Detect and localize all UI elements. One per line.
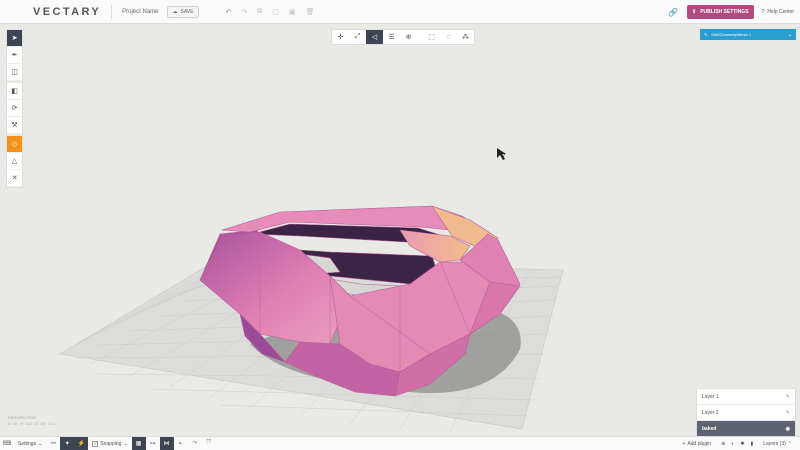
layers-toggle[interactable]: Layers (3) ⌃: [759, 441, 796, 447]
vertex-icon[interactable]: ◇: [7, 136, 22, 153]
wand-icon[interactable]: ✦: [60, 436, 75, 450]
paste-icon[interactable]: ▣: [289, 8, 296, 16]
bottom-bar: ⌨ Settings ⌄ ⚯ ✦ ⚡ ✓ Snapping ⌄ ▦ ⊶ ⋈ ⟀ …: [0, 436, 800, 450]
select-icon[interactable]: ➤: [7, 30, 22, 47]
grid-snap-icon[interactable]: ▦: [131, 436, 146, 450]
duplicate-icon[interactable]: ▢: [272, 8, 279, 16]
eye-icon[interactable]: ◉: [786, 426, 790, 432]
3d-viewport[interactable]: ➤ ✒ ◫ ◧ ⟳ ⚒ ◇ △ ✕ ✛ ⤢ ◁ ☰ ⊕ ⬚ ◌ ⁂ ✎ Edit…: [0, 24, 800, 436]
triangle-icon[interactable]: △: [7, 153, 22, 170]
snapping-toggle[interactable]: ✓ Snapping ⌄: [88, 440, 131, 447]
copy-icon[interactable]: ⧉: [257, 8, 262, 16]
save-button[interactable]: ☁ SAVE: [166, 5, 200, 18]
layers-panel: Layer 1 ✎ Layer 2 ✎ baked ◉: [696, 388, 796, 438]
save-label: SAVE: [180, 8, 194, 15]
magnet-icon[interactable]: ⚡: [74, 436, 89, 450]
chevron-down-icon: ⌄: [38, 440, 43, 447]
camera-icon[interactable]: ◐: [731, 441, 734, 447]
mesh-stats: V: 40 · F: 114 · E: 35 · O: 1: [8, 421, 56, 426]
lasso-icon[interactable]: ◌: [440, 30, 457, 44]
cloud-icon: ☁: [172, 8, 178, 15]
add-plugin-button[interactable]: + Add plugin: [679, 441, 716, 447]
top-right-actions: 🔗 ⇪ PUBLISH SETTINGS ? Help Center: [665, 0, 800, 24]
hammer-icon[interactable]: ⚒: [7, 117, 22, 134]
object-selector-dropdown[interactable]: ✎ Edit/Geometry/Mesh 1 ⌄: [700, 29, 796, 40]
object-icon[interactable]: ⊕: [400, 30, 417, 44]
material-icon[interactable]: ◧: [7, 83, 22, 100]
viewport-info: PERSPECTIVE V: 40 · F: 114 · E: 35 · O: …: [8, 415, 56, 427]
magic-select-icon[interactable]: ⁂: [457, 30, 474, 44]
publish-label: PUBLISH SETTINGS: [700, 9, 749, 15]
box-select-icon[interactable]: ⬚: [423, 30, 440, 44]
plus-icon: +: [682, 441, 686, 447]
layers-label: Layers (3): [763, 441, 786, 447]
chevron-down-icon: ⌄: [123, 440, 128, 447]
transform-axes-icon[interactable]: ⤧: [202, 437, 216, 450]
add-plugin-label: Add plugin: [687, 441, 712, 447]
layer-item[interactable]: Layer 2 ✎: [697, 405, 795, 421]
edit-icon: ✎: [704, 32, 708, 37]
layer-item[interactable]: Layer 1 ✎: [697, 389, 795, 405]
layer-item-active[interactable]: baked ◉: [697, 421, 795, 437]
object-selector-value: Edit/Geometry/Mesh 1: [711, 32, 752, 37]
axis-icon[interactable]: ⟀: [174, 437, 188, 450]
plus-circle-icon[interactable]: ⊕: [721, 441, 725, 447]
settings-label: Settings: [18, 440, 37, 447]
redo-icon[interactable]: ↷: [241, 8, 247, 16]
help-center-link[interactable]: ? Help Center: [762, 9, 794, 15]
top-bar: VECTARY Project Name ☁ SAVE ↶ ↷ ⧉ ▢ ▣ 🗑 …: [0, 0, 800, 24]
vertex-snap-icon[interactable]: ⋈: [159, 436, 174, 450]
scene-canvas[interactable]: [0, 24, 800, 436]
chevron-up-icon: ⌃: [787, 441, 792, 447]
divider: [111, 4, 113, 19]
check-icon: ✓: [92, 440, 99, 447]
edge-snap-icon[interactable]: ⊶: [146, 437, 160, 450]
layer-label: baked: [702, 425, 717, 432]
publish-settings-button[interactable]: ⇪ PUBLISH SETTINGS: [686, 5, 754, 19]
pencil-icon[interactable]: ✎: [786, 410, 790, 416]
settings-dropdown[interactable]: Settings ⌄: [14, 441, 46, 447]
symmetry-icon[interactable]: ⚯: [46, 437, 60, 450]
delete-icon[interactable]: 🗑: [305, 8, 314, 16]
layer-label: Layer 1: [702, 393, 719, 400]
link-icon[interactable]: 🔗: [665, 4, 681, 20]
left-toolbar: ➤ ✒ ◫ ◧ ⟳ ⚒ ◇ △ ✕: [6, 29, 23, 188]
layer-label: Layer 2: [702, 409, 719, 416]
move-icon[interactable]: ✛: [332, 30, 349, 44]
upload-icon: ⇪: [691, 9, 697, 15]
keyboard-icon[interactable]: ⌨: [0, 437, 14, 450]
layers-stack-icon[interactable]: ☰: [383, 30, 400, 44]
edit-mode-toolbar: ✛ ⤢ ◁ ☰ ⊕ ⬚ ◌ ⁂: [331, 29, 475, 45]
transform-icon[interactable]: ⟳: [7, 100, 22, 117]
select-face-icon[interactable]: ◁: [366, 30, 383, 44]
chevron-down-icon: ⌄: [787, 31, 792, 38]
pencil-icon[interactable]: ✎: [786, 394, 790, 400]
snapping-label: Snapping: [100, 440, 122, 447]
project-name[interactable]: Project Name: [122, 9, 158, 15]
question-icon: ?: [761, 9, 765, 15]
history-toolbar: ↶ ↷ ⧉ ▢ ▣ 🗑: [225, 8, 314, 16]
cube-icon[interactable]: ◫: [7, 64, 22, 81]
help-label: Help Center: [767, 9, 794, 15]
battery-icon[interactable]: ▮: [751, 441, 754, 447]
vectary-logo[interactable]: VECTARY: [33, 6, 101, 18]
bottom-right-controls: + Add plugin ⊕ ◐ ✱ ▮ Layers (3) ⌃: [679, 437, 796, 450]
undo-icon[interactable]: ↶: [225, 8, 231, 16]
mouse-cursor-icon: [497, 148, 506, 160]
path-icon[interactable]: ⤳: [188, 437, 202, 450]
sun-icon[interactable]: ✱: [740, 441, 744, 447]
scale-icon[interactable]: ✕: [7, 170, 22, 187]
pen-icon[interactable]: ✒: [7, 47, 22, 64]
scale-arrows-icon[interactable]: ⤢: [349, 30, 366, 44]
